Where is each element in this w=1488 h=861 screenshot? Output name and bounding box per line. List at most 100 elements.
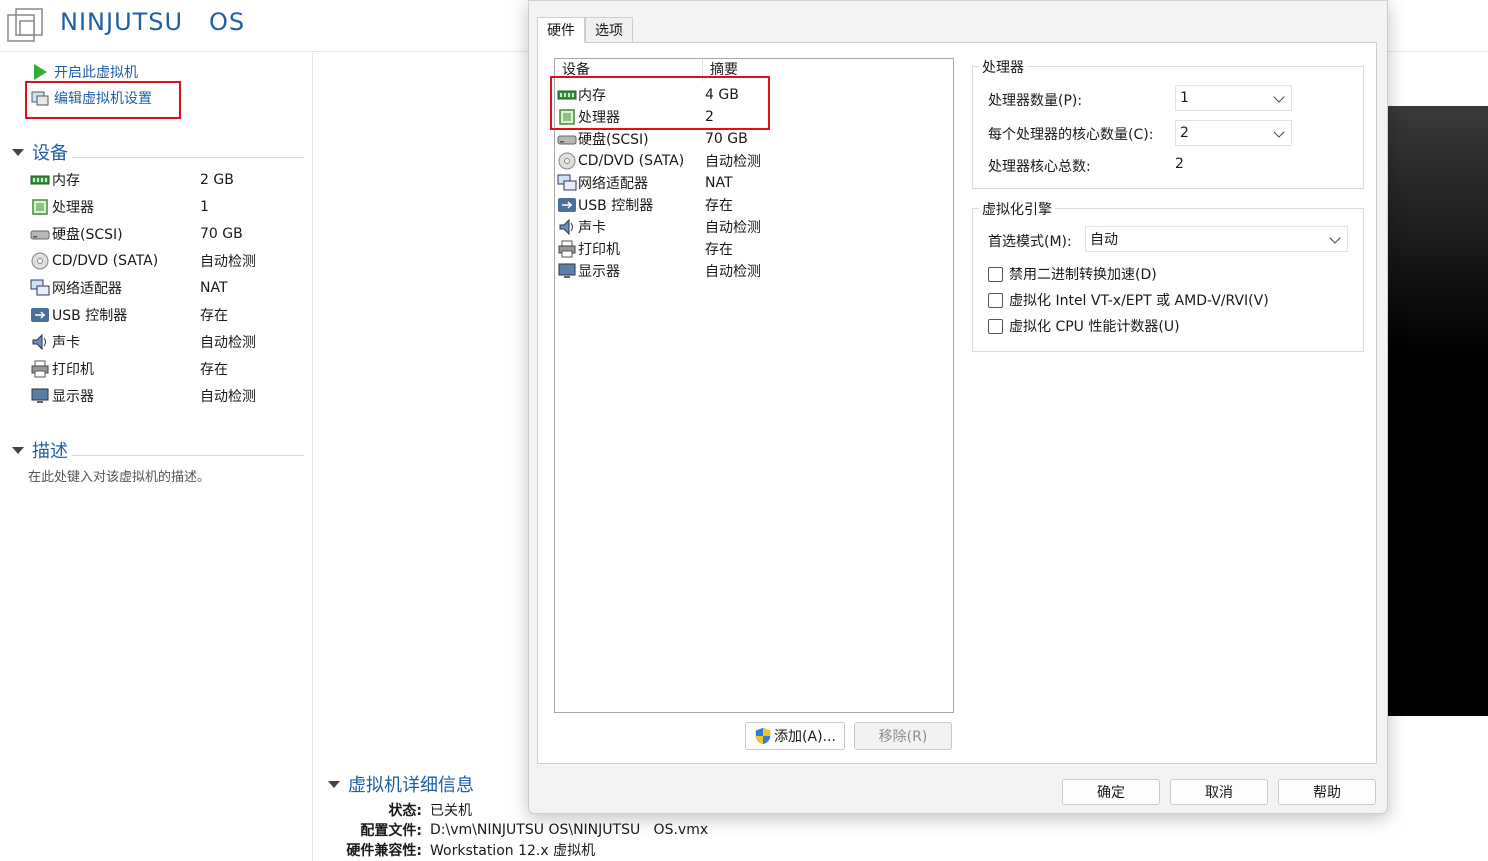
ok-button[interactable]: 确定 <box>1062 779 1160 805</box>
hardware-summary: 70 GB <box>705 131 748 147</box>
processor-count-label: 处理器数量(P): <box>988 93 1083 109</box>
device-value: 70 GB <box>200 226 243 242</box>
hardware-name: USB 控制器 <box>578 198 654 214</box>
cores-per-processor-value: 2 <box>1180 125 1189 141</box>
memory-processor-highlight <box>550 76 770 130</box>
device-name: CD/DVD (SATA) <box>52 253 159 269</box>
devices-section-title: 设备 <box>32 143 68 164</box>
device-row[interactable]: 内存 2 GB <box>30 168 300 192</box>
device-row[interactable]: USB 控制器 存在 <box>30 303 300 327</box>
detail-value: Workstation 12.x 虚拟机 <box>430 843 596 859</box>
preferred-mode-select[interactable]: 自动 <box>1085 226 1348 252</box>
preferred-mode-value: 自动 <box>1090 232 1118 248</box>
hardware-name: 打印机 <box>578 242 620 258</box>
help-button[interactable]: 帮助 <box>1278 779 1376 805</box>
hardware-summary: 自动检测 <box>705 154 761 170</box>
total-cores-value: 2 <box>1175 156 1184 172</box>
detail-row-config: 配置文件: D:\vm\NINJUTSU OS\NINJUTSU OS.vmx <box>328 820 708 840</box>
device-value: NAT <box>200 280 228 296</box>
device-row[interactable]: 显示器 自动检测 <box>30 384 300 408</box>
hardware-list-item[interactable]: 显示器 自动检测 <box>557 260 951 282</box>
device-name: 处理器 <box>52 200 94 216</box>
hardware-list-item[interactable]: 打印机 存在 <box>557 238 951 260</box>
vm-summary-pane: 开启此虚拟机 编辑虚拟机设置 设备 内存 2 GB 处理器 1 硬盘(SCSI) 70 G… <box>0 53 312 861</box>
disable-binary-translation-checkbox[interactable] <box>988 266 1003 282</box>
device-value: 1 <box>200 199 209 215</box>
hardware-summary: 存在 <box>705 198 733 214</box>
usb-icon <box>557 195 577 215</box>
vm-title: NINJUTSU OS <box>60 8 246 36</box>
device-value: 存在 <box>200 362 228 378</box>
device-value: 自动检测 <box>200 335 256 351</box>
hardware-panel: 设备 摘要 内存 4 GB 处理器 2 硬盘(SCSI) 70 GB CD/DVD (SAT… <box>537 42 1377 764</box>
network-adapter-icon <box>557 173 577 193</box>
description-placeholder[interactable]: 在此处键入对该虚拟机的描述。 <box>28 466 210 485</box>
cores-per-processor-label: 每个处理器的核心数量(C): <box>988 127 1154 143</box>
devices-section-header[interactable]: 设备 <box>12 140 304 164</box>
hardware-summary: 自动检测 <box>705 264 761 280</box>
collapse-triangle-icon <box>328 780 340 788</box>
description-section-title: 描述 <box>32 441 68 462</box>
sound-card-icon <box>30 332 50 352</box>
detail-row-status: 状态: 已关机 <box>328 800 472 820</box>
remove-hardware-button[interactable]: 移除(R) <box>854 722 952 750</box>
collapse-triangle-icon <box>12 446 24 454</box>
device-row[interactable]: 网络适配器 NAT <box>30 276 300 300</box>
cancel-button[interactable]: 取消 <box>1170 779 1268 805</box>
total-cores-label: 处理器核心总数: <box>988 159 1091 175</box>
hardware-name: 声卡 <box>578 220 606 236</box>
details-section-header[interactable]: 虚拟机详细信息 <box>328 772 488 796</box>
detail-key: 状态: <box>388 803 422 819</box>
description-section-header[interactable]: 描述 <box>12 438 304 462</box>
vm-logo-icon <box>7 8 43 42</box>
virtualize-cpu-counters-checkbox[interactable] <box>988 318 1003 334</box>
device-value: 自动检测 <box>200 389 256 405</box>
cd-dvd-icon <box>30 251 50 271</box>
option-label: 虚拟化 Intel VT-x/EPT 或 AMD-V/RVI(V) <box>1009 293 1269 309</box>
collapse-triangle-icon <box>12 148 24 156</box>
detail-value: D:\vm\NINJUTSU OS\NINJUTSU OS.vmx <box>430 822 709 838</box>
device-row[interactable]: 硬盘(SCSI) 70 GB <box>30 222 300 246</box>
hardware-list-item[interactable]: USB 控制器 存在 <box>557 194 951 216</box>
device-name: 显示器 <box>52 389 94 405</box>
add-hardware-button[interactable]: 添加(A)... <box>745 722 845 750</box>
device-name: 打印机 <box>52 362 94 378</box>
processor-group-title: 处理器 <box>979 57 1027 77</box>
usb-icon <box>30 305 50 325</box>
hardware-list-item[interactable]: 声卡 自动检测 <box>557 216 951 238</box>
device-name: 声卡 <box>52 335 80 351</box>
detail-row-compat: 硬件兼容性: Workstation 12.x 虚拟机 <box>328 840 595 860</box>
power-on-action[interactable]: 开启此虚拟机 <box>30 61 138 83</box>
device-row[interactable]: 处理器 1 <box>30 195 300 219</box>
processor-icon <box>30 197 50 217</box>
hardware-device-list[interactable]: 设备 摘要 内存 4 GB 处理器 2 硬盘(SCSI) 70 GB CD/DVD (SAT… <box>554 58 954 713</box>
hardware-list-item[interactable]: 网络适配器 NAT <box>557 172 951 194</box>
tab-hardware[interactable]: 硬件 <box>537 17 585 43</box>
virtualize-vtx-checkbox[interactable] <box>988 292 1003 308</box>
cores-per-processor-select[interactable]: 2 <box>1175 120 1292 146</box>
vm-console-preview[interactable] <box>1386 106 1488 716</box>
virtualize-vtx-option[interactable]: 虚拟化 Intel VT-x/EPT 或 AMD-V/RVI(V) <box>988 290 1269 310</box>
processor-group: 处理器 处理器数量(P): 1 每个处理器的核心数量(C): 2 处理器核心总数… <box>972 57 1364 189</box>
chevron-down-icon <box>1273 126 1285 138</box>
hardware-list-item[interactable]: CD/DVD (SATA) 自动检测 <box>557 150 951 172</box>
device-value: 2 GB <box>200 172 234 188</box>
hardware-list-item[interactable]: 硬盘(SCSI) 70 GB <box>557 128 951 150</box>
device-row[interactable]: CD/DVD (SATA) 自动检测 <box>30 249 300 273</box>
network-adapter-icon <box>30 278 50 298</box>
cd-dvd-icon <box>557 151 577 171</box>
device-row[interactable]: 打印机 存在 <box>30 357 300 381</box>
device-row[interactable]: 声卡 自动检测 <box>30 330 300 354</box>
printer-icon <box>30 359 50 379</box>
pane-divider <box>312 53 313 861</box>
hardware-name: 网络适配器 <box>578 176 648 192</box>
processor-count-select[interactable]: 1 <box>1175 85 1292 111</box>
chevron-down-icon <box>1273 91 1285 103</box>
virtualize-cpu-counters-option[interactable]: 虚拟化 CPU 性能计数器(U) <box>988 316 1180 336</box>
detail-value: 已关机 <box>430 803 472 819</box>
hard-disk-icon <box>557 129 577 149</box>
vm-settings-dialog: 硬件 选项 设备 摘要 内存 4 GB 处理器 2 硬盘(SCSI) 70 GB CD/DV… <box>528 0 1388 814</box>
tab-options[interactable]: 选项 <box>585 17 633 43</box>
disable-binary-translation-option[interactable]: 禁用二进制转换加速(D) <box>988 264 1157 284</box>
hard-disk-icon <box>30 224 50 244</box>
